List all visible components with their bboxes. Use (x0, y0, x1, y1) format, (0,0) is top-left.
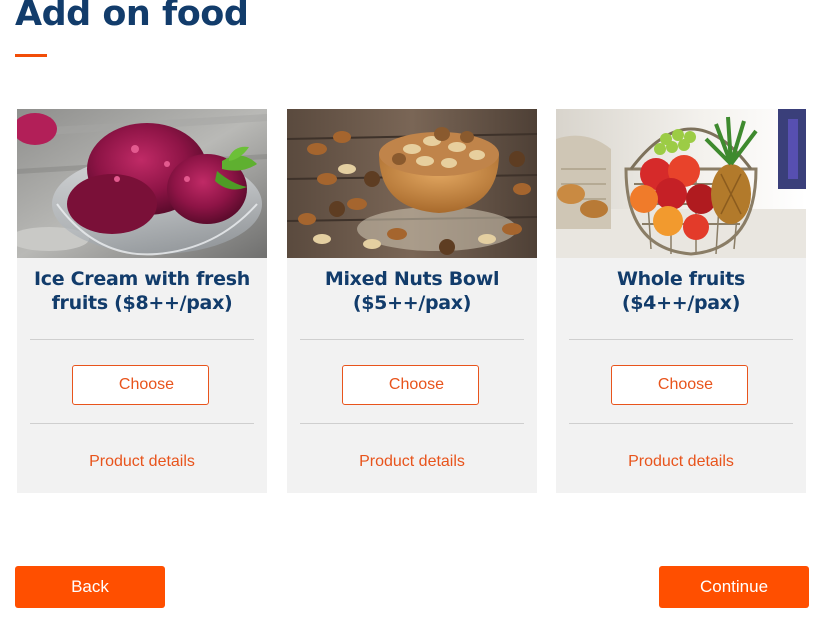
product-title: Whole fruits ($4++/pax) (616, 268, 746, 314)
product-details-link[interactable]: Product details (17, 452, 267, 472)
choose-button[interactable]: Choose (72, 365, 209, 405)
fruit-basket-image (556, 109, 806, 258)
divider (30, 423, 254, 424)
product-details-link[interactable]: Product details (287, 452, 537, 472)
nuts-bowl-image (287, 109, 537, 258)
back-button[interactable]: Back (15, 566, 165, 608)
product-title: Mixed Nuts Bowl ($5++/pax) (324, 268, 500, 314)
divider (300, 423, 524, 424)
product-details-link[interactable]: Product details (556, 452, 806, 472)
continue-button[interactable]: Continue (659, 566, 809, 608)
ice-cream-icon (17, 109, 267, 258)
divider (569, 339, 793, 340)
nuts-bowl-icon (287, 109, 537, 258)
ice-cream-image (17, 109, 267, 258)
product-card-ice-cream: Ice Cream with fresh fruits ($8++/pax) C… (17, 109, 267, 493)
product-card-mixed-nuts: Mixed Nuts Bowl ($5++/pax) Choose Produc… (287, 109, 537, 493)
product-title: Ice Cream with fresh fruits ($8++/pax) (34, 268, 250, 314)
title-underline (15, 54, 47, 57)
choose-button[interactable]: Choose (342, 365, 479, 405)
product-card-whole-fruits: Whole fruits ($4++/pax) Choose Product d… (556, 109, 806, 493)
page-title: Add on food (15, 0, 249, 34)
choose-button[interactable]: Choose (611, 365, 748, 405)
divider (300, 339, 524, 340)
divider (30, 339, 254, 340)
fruit-basket-icon (556, 109, 806, 258)
divider (569, 423, 793, 424)
